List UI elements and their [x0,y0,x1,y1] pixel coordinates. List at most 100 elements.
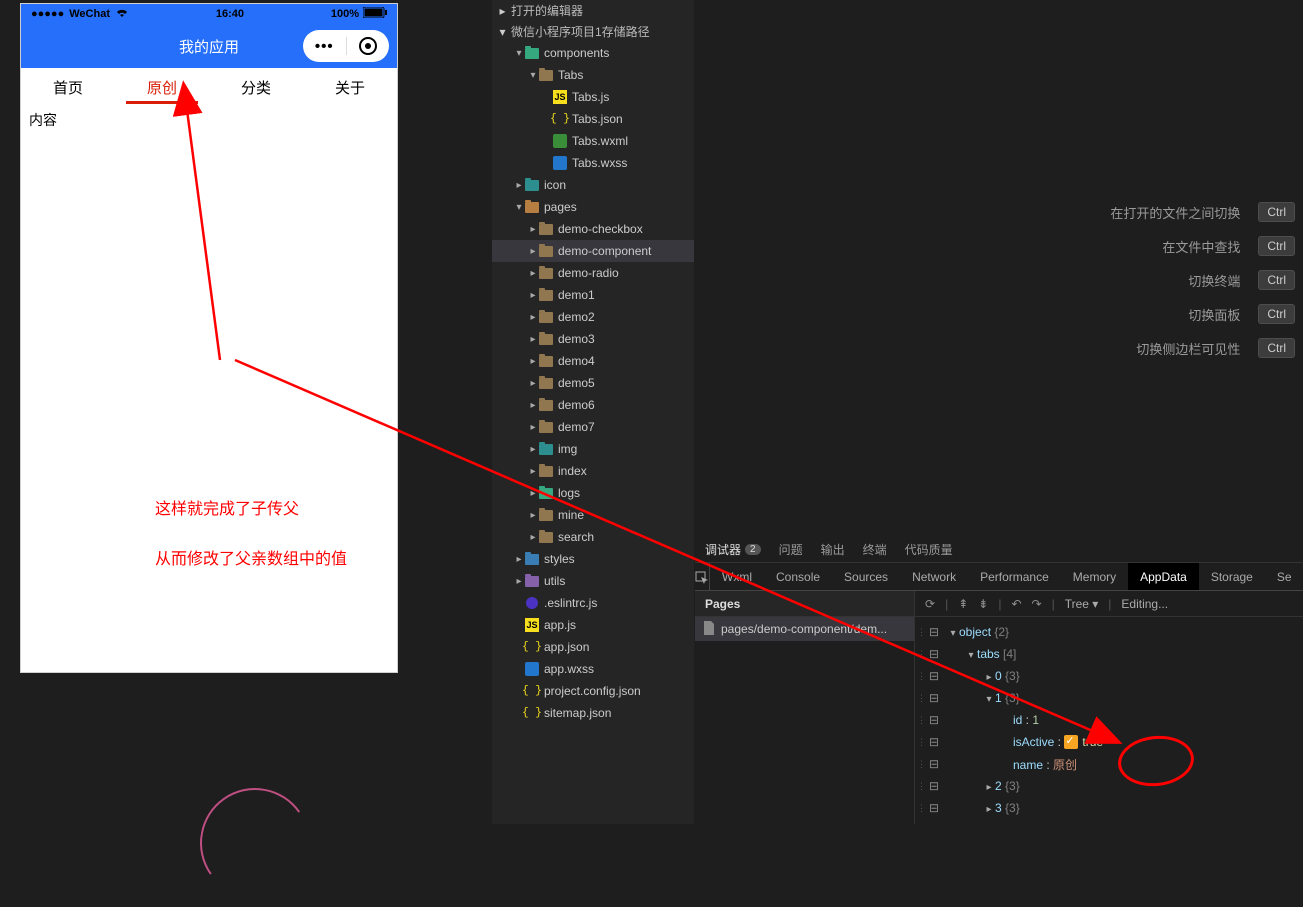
drag-grip-icon[interactable]: ⋮⋮ [917,649,927,660]
devtools-subtab[interactable]: AppData [1128,563,1199,590]
file-type-icon [524,177,540,193]
twisty-icon: ▸ [528,466,538,477]
tree-item[interactable]: JSTabs.js [492,86,694,108]
tree-item[interactable]: ▸demo1 [492,284,694,306]
tree-item[interactable]: .eslintrc.js [492,592,694,614]
devtools-subtab[interactable]: Memory [1061,563,1128,590]
twisty-icon: ▸ [528,444,538,455]
file-type-icon [552,133,568,149]
devtools-top-tab[interactable]: 终端 [863,541,887,558]
data-row[interactable]: ⋮⋮⊟▾1 {3} [917,687,1301,709]
row-action-icon[interactable]: ⊟ [927,713,941,727]
drag-grip-icon[interactable]: ⋮⋮ [917,715,927,726]
page-item[interactable]: pages/demo-component/dem... [695,617,914,641]
devtools-subtab[interactable]: Se [1265,563,1303,590]
devtools-subtab[interactable]: Console [764,563,832,590]
row-action-icon[interactable]: ⊟ [927,757,941,771]
capsule-close-icon[interactable] [347,37,390,55]
tree-item[interactable]: ▸utils [492,570,694,592]
tab-item[interactable]: 分类 [209,68,303,106]
row-action-icon[interactable]: ⊟ [927,801,941,815]
devtools-top-tab[interactable]: 调试器2 [705,541,761,558]
explorer-section-project[interactable]: ▾微信小程序项目1存储路径 [492,21,694,42]
tree-item[interactable]: ▸icon [492,174,694,196]
devtools-top-tab[interactable]: 问题 [779,541,803,558]
tree-item[interactable]: ▸demo2 [492,306,694,328]
tree-item[interactable]: Tabs.wxss [492,152,694,174]
tree-item[interactable]: ▾Tabs [492,64,694,86]
tree-item[interactable]: { }project.config.json [492,680,694,702]
drag-grip-icon[interactable]: ⋮⋮ [917,737,927,748]
drag-grip-icon[interactable]: ⋮⋮ [917,693,927,704]
tree-item[interactable]: ▸demo5 [492,372,694,394]
data-row[interactable]: ⋮⋮⊟▸2 {3} [917,775,1301,797]
devtools-subtab[interactable]: Storage [1199,563,1265,590]
file-type-icon [538,463,554,479]
tree-item[interactable]: ▸index [492,460,694,482]
tree-item[interactable]: ▸mine [492,504,694,526]
expand-icon[interactable]: ⇞ [958,597,968,611]
tree-item[interactable]: ▸styles [492,548,694,570]
tree-item[interactable]: { }sitemap.json [492,702,694,724]
tree-item[interactable]: ▸demo-radio [492,262,694,284]
drag-grip-icon[interactable]: ⋮⋮ [917,671,927,682]
tree-item[interactable]: { }Tabs.json [492,108,694,130]
file-type-icon: { } [524,639,540,655]
row-action-icon[interactable]: ⊟ [927,779,941,793]
data-row[interactable]: ⋮⋮⊟▸0 {3} [917,665,1301,687]
capsule[interactable]: ••• [303,30,389,62]
tree-item[interactable]: ▸search [492,526,694,548]
tree-item[interactable]: ▸demo-checkbox [492,218,694,240]
drag-grip-icon[interactable]: ⋮⋮ [917,803,927,814]
drag-grip-icon[interactable]: ⋮⋮ [917,627,927,638]
tree-item[interactable]: ▸demo7 [492,416,694,438]
tree-item[interactable]: JSapp.js [492,614,694,636]
tree-item[interactable]: ▸demo3 [492,328,694,350]
drag-grip-icon[interactable]: ⋮⋮ [917,759,927,770]
devtools-subtab[interactable]: Wxml [710,563,764,590]
explorer-section-open-editors[interactable]: ▸打开的编辑器 [492,0,694,21]
data-row[interactable]: ⋮⋮⊟id : 1 [917,709,1301,731]
devtools-subtab[interactable]: Network [900,563,968,590]
data-row[interactable]: ⋮⋮⊟▾tabs [4] [917,643,1301,665]
collapse-icon[interactable]: ⇟ [978,597,988,611]
data-row[interactable]: ⋮⋮⊟isActive : true [917,731,1301,753]
view-mode-label[interactable]: Tree ▾ [1065,597,1099,611]
tab-item[interactable]: 关于 [303,68,397,106]
annotation-text: 这样就完成了子传父 从而修改了父亲数组中的值 [155,494,398,594]
devtools-top-tab[interactable]: 输出 [821,541,845,558]
inspect-element-icon[interactable] [695,563,710,590]
undo-icon[interactable]: ↶ [1011,597,1021,611]
row-action-icon[interactable]: ⊟ [927,691,941,705]
checkbox-true-icon[interactable] [1064,735,1078,749]
data-row[interactable]: ⋮⋮⊟▸3 {3} [917,797,1301,819]
tree-item[interactable]: ▸demo-component [492,240,694,262]
tab-item[interactable]: 首页 [21,68,115,106]
row-action-icon[interactable]: ⊟ [927,625,941,639]
capsule-menu-icon[interactable]: ••• [303,38,346,55]
data-row[interactable]: ⋮⋮⊟▾object {2} [917,621,1301,643]
row-action-icon[interactable]: ⊟ [927,647,941,661]
tree-item[interactable]: ▾components [492,42,694,64]
tree-item[interactable]: ▸logs [492,482,694,504]
tree-item[interactable]: Tabs.wxml [492,130,694,152]
file-type-icon [524,595,540,611]
hint-row: 切换侧边栏可见性Ctrl [1053,331,1303,365]
row-action-icon[interactable]: ⊟ [927,735,941,749]
data-row[interactable]: ⋮⋮⊟name : 原创 [917,753,1301,775]
tree-item[interactable]: ▸demo6 [492,394,694,416]
refresh-icon[interactable]: ⟳ [925,597,935,611]
tree-item[interactable]: ▸demo4 [492,350,694,372]
devtools-subtab[interactable]: Sources [832,563,900,590]
drag-grip-icon[interactable]: ⋮⋮ [917,781,927,792]
tree-item[interactable]: { }app.json [492,636,694,658]
tree-item-label: demo-radio [558,266,619,280]
tree-item[interactable]: ▾pages [492,196,694,218]
redo-icon[interactable]: ↷ [1032,597,1042,611]
tree-item[interactable]: app.wxss [492,658,694,680]
devtools-top-tab[interactable]: 代码质量 [905,541,953,558]
devtools-subtab[interactable]: Performance [968,563,1061,590]
row-action-icon[interactable]: ⊟ [927,669,941,683]
tree-item[interactable]: ▸img [492,438,694,460]
tab-item[interactable]: 原创 [115,68,209,106]
